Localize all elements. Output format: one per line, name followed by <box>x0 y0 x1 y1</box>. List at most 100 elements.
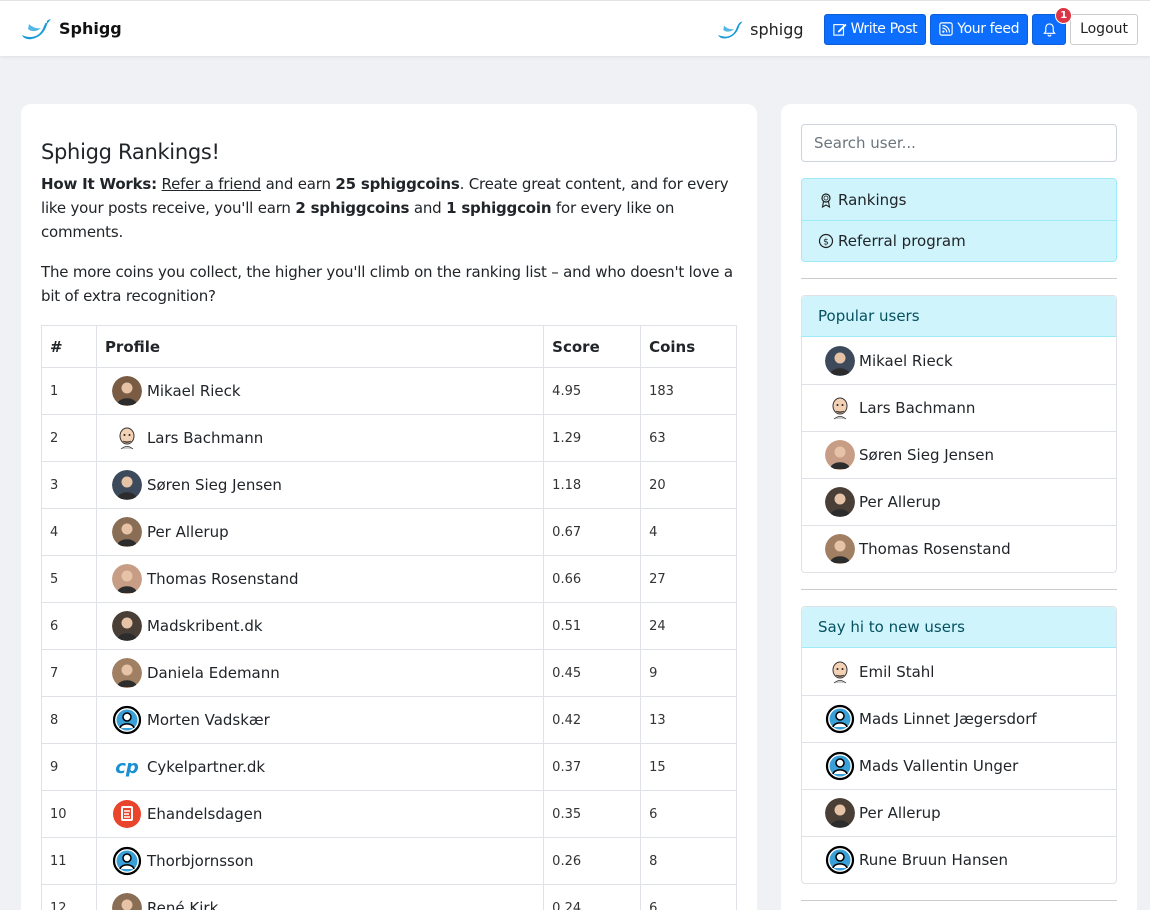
profile-link[interactable]: Morten Vadskær <box>105 705 535 735</box>
profile-name: Mikael Rieck <box>146 382 241 400</box>
popular-users-list: Popular users Mikael Rieck Lars Bachmann S… <box>801 295 1117 573</box>
rank-cell: 3 <box>41 461 97 509</box>
profile-cell: Thorbjornsson <box>95 837 545 885</box>
default-user-icon <box>825 751 855 781</box>
brand-link[interactable]: Sphigg <box>20 15 122 41</box>
photo-avatar <box>825 798 855 828</box>
profile-cell: Lars Bachmann <box>95 414 545 462</box>
coins-2-text: 2 sphiggcoins <box>295 199 410 217</box>
rank-cell: 8 <box>41 696 97 744</box>
user-list-item[interactable]: Mads Vallentin Unger <box>802 742 1116 789</box>
profile-link[interactable]: Thomas Rosenstand <box>105 564 535 594</box>
user-list-item[interactable]: Mikael Rieck <box>802 337 1116 384</box>
coins-cell: 8 <box>640 837 737 885</box>
cartoon-avatar <box>112 423 142 453</box>
sidebar-item-referral[interactable]: $ Referral program <box>802 220 1116 261</box>
sidebar: Rankings $ Referral program Popular user… <box>781 104 1137 910</box>
user-list-item[interactable]: Per Allerup <box>802 478 1116 525</box>
default-user-icon <box>112 705 142 735</box>
pencil-square-icon <box>832 23 847 36</box>
profile-link[interactable]: Ehandelsdagen <box>105 799 535 829</box>
award-icon <box>821 192 831 208</box>
rank-cell: 11 <box>41 837 97 885</box>
score-cell: 0.66 <box>543 555 642 603</box>
rank-cell: 6 <box>41 602 97 650</box>
profile-cell: Morten Vadskær <box>95 696 545 744</box>
refer-friend-link[interactable]: Refer a friend <box>162 175 262 193</box>
rank-cell: 9 <box>41 743 97 791</box>
user-list-item[interactable]: Per Allerup <box>802 789 1116 836</box>
profile-link[interactable]: cp Cykelpartner.dk <box>105 752 535 782</box>
bird-avatar-icon <box>718 21 743 39</box>
notification-badge: 1 <box>1055 6 1073 24</box>
default-user-icon <box>825 845 855 875</box>
profile-link[interactable]: Thorbjornsson <box>105 846 535 876</box>
bird-logo-icon <box>22 19 51 40</box>
profile-name: Thomas Rosenstand <box>146 570 299 588</box>
user-list-item[interactable]: Lars Bachmann <box>802 384 1116 431</box>
coins-cell: 183 <box>640 367 737 415</box>
cartoon-avatar <box>825 657 855 687</box>
coins-cell: 20 <box>640 461 737 509</box>
sidebar-item-rankings[interactable]: Rankings <box>802 179 1116 220</box>
table-row: 11 Thorbjornsson 0.26 8 <box>41 837 737 885</box>
photo-avatar <box>825 534 855 564</box>
user-name: Mads Vallentin Unger <box>859 757 1019 775</box>
search-user-input[interactable] <box>801 124 1117 162</box>
profile-link[interactable]: Søren Sieg Jensen <box>105 470 535 500</box>
cartoon-avatar <box>825 393 855 423</box>
user-name: Per Allerup <box>859 493 941 511</box>
user-list-item[interactable]: Emil Stahl <box>802 648 1116 695</box>
intro-text-3: and <box>413 199 442 217</box>
photo-avatar <box>111 658 142 688</box>
write-post-button[interactable]: Write Post <box>823 13 927 45</box>
cp-logo: cp <box>112 752 142 782</box>
coins-cell: 15 <box>640 743 737 791</box>
coins-cell: 27 <box>640 555 737 603</box>
bell-icon <box>1042 22 1056 37</box>
how-it-works-text: How It Works: Refer a friend and earn 25… <box>41 172 737 244</box>
user-list-item[interactable]: Søren Sieg Jensen <box>802 431 1116 478</box>
score-cell: 4.95 <box>543 367 642 415</box>
rank-cell: 12 <box>41 884 97 910</box>
notifications-button[interactable]: 1 <box>1032 6 1073 45</box>
sidebar-menu: Rankings $ Referral program <box>801 178 1117 262</box>
profile-cell: cp Cykelpartner.dk <box>95 743 545 791</box>
user-list-item[interactable]: Thomas Rosenstand <box>802 525 1116 572</box>
profile-link[interactable]: Daniela Edemann <box>105 658 535 688</box>
score-cell: 0.35 <box>543 790 642 838</box>
nav-user-profile[interactable]: sphigg <box>716 18 804 40</box>
table-row: 2 Lars Bachmann 1.29 63 <box>41 414 737 462</box>
profile-name: Madskribent.dk <box>146 617 263 635</box>
svg-text:cp: cp <box>115 757 139 778</box>
profile-name: Thorbjornsson <box>146 852 254 870</box>
profile-link[interactable]: Mikael Rieck <box>105 376 535 406</box>
page-title: Sphigg Rankings! <box>41 140 220 164</box>
table-row: 5 Thomas Rosenstand 0.66 27 <box>41 555 737 603</box>
profile-link[interactable]: Lars Bachmann <box>105 423 535 453</box>
your-feed-button[interactable]: Your feed <box>930 13 1029 45</box>
profile-link[interactable]: Madskribent.dk <box>105 611 535 641</box>
rss-icon <box>939 22 953 36</box>
user-name: Rune Bruun Hansen <box>859 851 1009 869</box>
user-list-item[interactable]: Rune Bruun Hansen <box>802 836 1116 883</box>
photo-avatar <box>825 487 855 517</box>
new-users-heading: Say hi to new users <box>802 607 1116 648</box>
profile-cell: Ehandelsdagen <box>95 790 545 838</box>
logout-button[interactable]: Logout <box>1070 13 1138 45</box>
rank-cell: 1 <box>41 367 97 415</box>
table-row: 9 cp Cykelpartner.dk 0.37 15 <box>41 743 737 791</box>
profile-cell: Madskribent.dk <box>95 602 545 650</box>
user-list-item[interactable]: Mads Linnet Jægersdorf <box>802 695 1116 742</box>
default-user-icon <box>112 846 142 876</box>
coins-cell: 63 <box>640 414 737 462</box>
coins-cell: 9 <box>640 649 737 697</box>
table-header-row: # Profile Score Coins <box>41 325 737 368</box>
score-cell: 0.51 <box>543 602 642 650</box>
user-name: Mikael Rieck <box>859 351 953 370</box>
profile-link[interactable]: René Kirk <box>105 893 535 910</box>
photo-avatar <box>111 376 142 406</box>
profile-cell: Per Allerup <box>95 508 545 556</box>
top-navbar: Sphigg sphigg Write Post Your feed 1 Log… <box>0 0 1150 56</box>
profile-link[interactable]: Per Allerup <box>105 517 535 547</box>
